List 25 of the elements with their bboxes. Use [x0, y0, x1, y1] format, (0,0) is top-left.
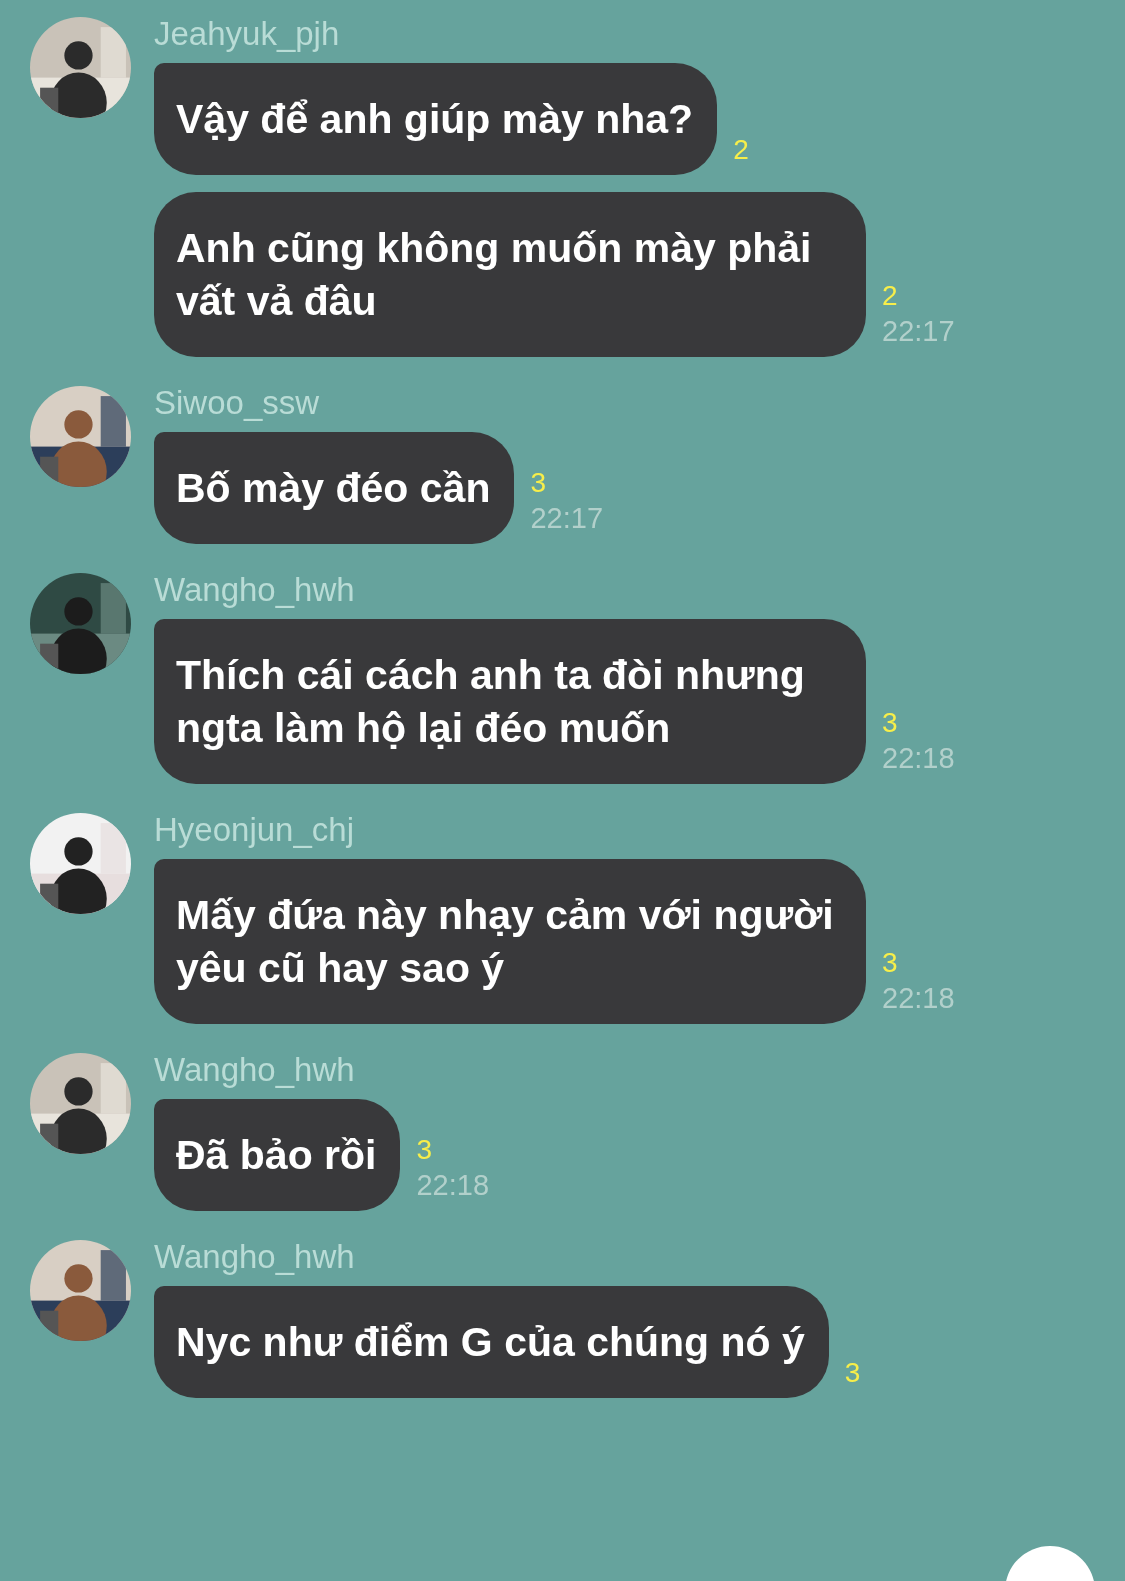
- sender-name: Wangho_hwh: [154, 1050, 356, 1090]
- timestamp: 22:17: [530, 501, 603, 536]
- message-bubble: Nyc như điểm G của chúng nó ý: [154, 1286, 829, 1398]
- timestamp: 22:18: [882, 981, 955, 1016]
- read-count: 3: [530, 466, 547, 500]
- message-bubble: Vậy để anh giúp mày nha?: [154, 63, 718, 175]
- message-bubble: Đã bảo rồi: [154, 1099, 401, 1211]
- read-count: 2: [733, 133, 749, 167]
- sender-name: Siwoo_ssw: [154, 383, 321, 423]
- message-bubble: Mấy đứa này nhạy cảm với người yêu cũ hay sao ý: [154, 859, 866, 1024]
- message-bubble: Bố mày đéo cần: [154, 432, 515, 544]
- sender-name: Jeahyuk_pjh: [154, 14, 341, 54]
- message-bubble: Thích cái cách anh ta đòi nhưng ngta làm hộ lại đéo muốn: [154, 619, 866, 784]
- read-count: 3: [882, 946, 899, 980]
- timestamp: 22:18: [416, 1168, 490, 1203]
- sender-name: Hyeonjun_chj: [154, 810, 355, 850]
- sender-name: Wangho_hwh: [154, 570, 356, 610]
- timestamp: 22:17: [882, 314, 955, 349]
- read-count: 3: [416, 1133, 434, 1167]
- message-bubble: Anh cũng không muốn mày phải vất vả đâu: [154, 192, 866, 357]
- read-count: 3: [844, 1356, 861, 1390]
- read-count: 3: [882, 706, 899, 740]
- timestamp: 22:18: [882, 741, 955, 776]
- sender-name: Wangho_hwh: [154, 1237, 356, 1277]
- read-count: 2: [882, 279, 899, 313]
